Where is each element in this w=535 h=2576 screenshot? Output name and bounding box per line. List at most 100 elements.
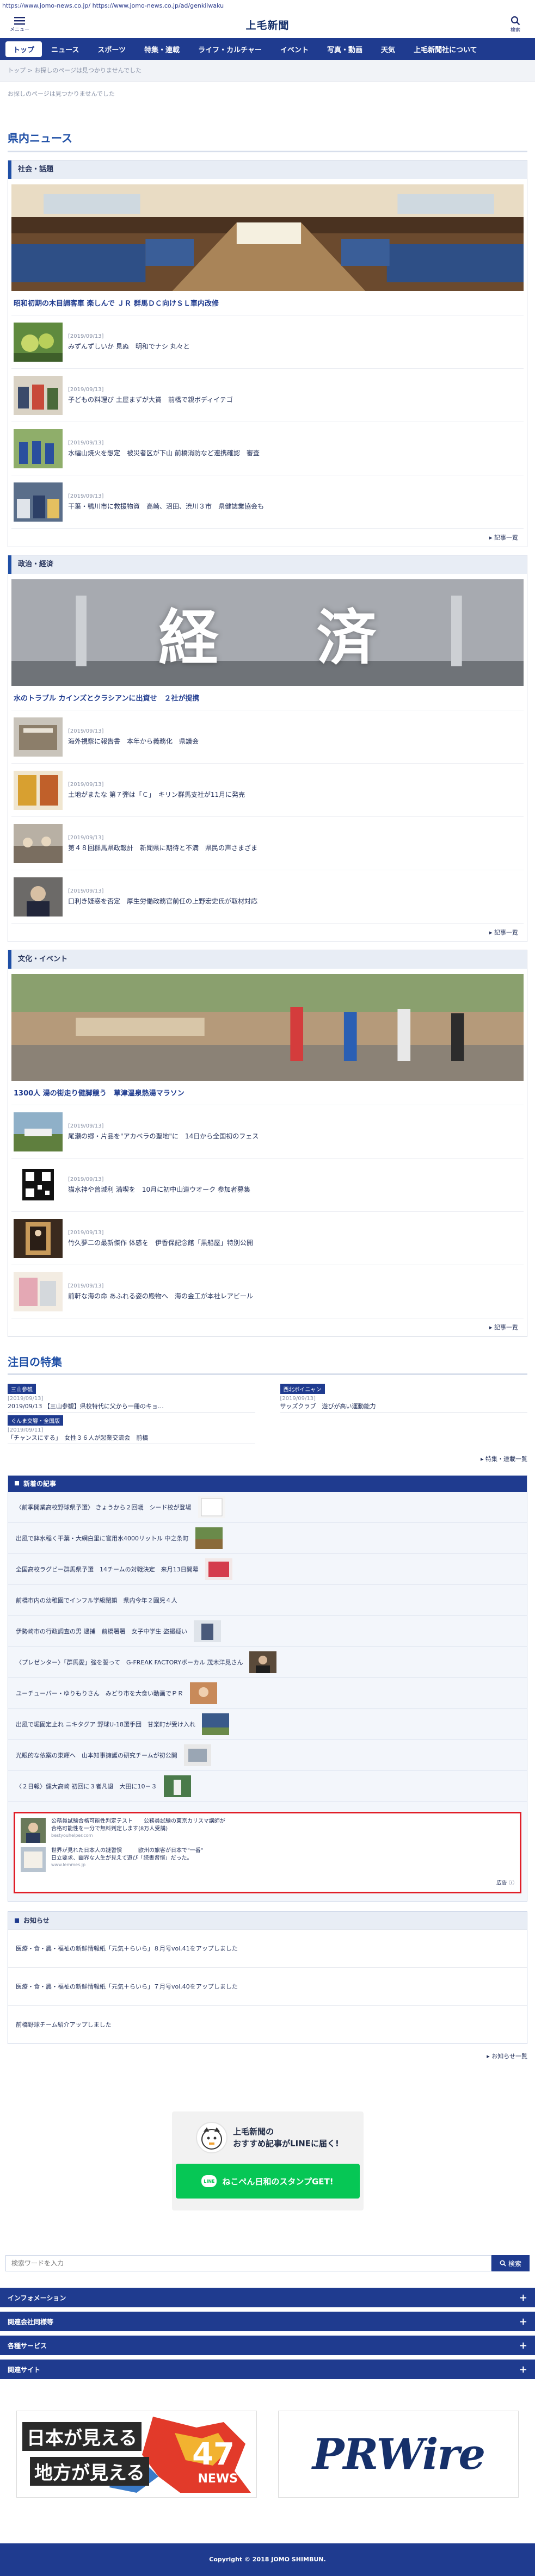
accordion-label: 関連サイト xyxy=(8,2366,41,2374)
article-thumbnail xyxy=(14,770,63,810)
site-search: 検索 xyxy=(5,2255,530,2271)
line-button-label: ねこぺん日和のスタンプGET! xyxy=(222,2176,334,2187)
nav-item-life[interactable]: ライフ・カルチャー xyxy=(189,41,271,58)
ad-label[interactable]: 広告 ⓘ xyxy=(496,1878,514,1886)
latest-row[interactable]: 〈前季開業高校野球県予選〉 きょうから２回戦 シード校が登場 xyxy=(8,1492,527,1523)
banner-47news-logo: 47 xyxy=(192,2437,235,2472)
list-item[interactable]: [2019/09/13] 前軒な海の命 あふれる姿の殿物へ 海の金工が本社レアビー… xyxy=(11,1265,524,1318)
search-button[interactable]: 検索 xyxy=(503,16,527,33)
latest-row[interactable]: 〈２日報〉健大高崎 初回に３者凡退 大田に10－３ xyxy=(8,1771,527,1802)
accordion-sites[interactable]: 関連サイト + xyxy=(0,2360,535,2379)
banner-47news[interactable]: 日本が見える 地方が見える 47 NEWS xyxy=(16,2411,257,2498)
accordion-services[interactable]: 各種サービス + xyxy=(0,2336,535,2355)
latest-articles: 新着の記事 〈前季開業高校野球県予選〉 きょうから２回戦 シード校が登場 出風で… xyxy=(8,1475,527,1902)
accordion-label: 関連会社同様等 xyxy=(8,2318,54,2326)
accordion-info[interactable]: インフォメーション + xyxy=(0,2288,535,2307)
list-item[interactable]: [2019/09/13] 第４８回群馬県政報計 新聞県に期待と不満 県民の声さまざ… xyxy=(11,816,524,870)
article-date: [2019/09/13] xyxy=(68,1176,104,1182)
url-bar[interactable]: https://www.jomo-news.co.jp/ https://www… xyxy=(0,0,535,11)
nav-item-sports[interactable]: スポーツ xyxy=(88,41,135,58)
article-title: 第４８回群馬県政報計 新聞県に期待と不満 県民の声さまざま xyxy=(68,844,258,852)
feature-item[interactable]: 西北ボイニャン [2019/09/13] サッズクラブ 遊びが高い運動能力 xyxy=(280,1384,527,1413)
article-date: [2019/09/13] xyxy=(68,834,104,841)
article-thumbnail xyxy=(14,823,63,863)
notice-item[interactable]: 医療・食・農・福祉の新鮮情報紙「元気＋らいら」７月号vol.40をアップしました xyxy=(8,1967,527,2005)
article-thumbnail xyxy=(14,1165,63,1205)
features-more-label: 特集・連載一覧 xyxy=(485,1456,527,1463)
category-culture: 文化・イベント 1300人 湯の街走り健脚競う 草津温泉熱湯マラソン [2019… xyxy=(8,950,527,1337)
hero-image-train[interactable] xyxy=(11,184,524,291)
row-thumbnail xyxy=(183,1744,211,1766)
feature-text: 2019/09/13 【三山参観】県校特代に父から一冊のキョ… xyxy=(8,1402,255,1413)
latest-row[interactable]: ユーチューバー・ゆりもりさん みどり市を大食い動画でＰＲ xyxy=(8,1678,527,1709)
latest-row-text: 〈プレゼンター〉「群馬愛」強を誓って G-FREAK FACTORYボーカル 茂… xyxy=(16,1659,243,1666)
list-item[interactable]: [2019/09/13] 海外視察に報告書 本年から義務化 県議会 xyxy=(11,710,524,763)
category-society: 社会・話題 昭和初期の木目調客車 楽しんで ＪＲ 群馬ＤＣ向けＳＬ車内改修 [2… xyxy=(8,160,527,547)
latest-row[interactable]: 伊勢崎市の行政調査の男 逮捕 前橋署署 女子中学生 盗撮疑い xyxy=(8,1616,527,1647)
notice-item[interactable]: 前橋野球チーム紹介アップしました xyxy=(8,2005,527,2044)
notice-item[interactable]: 医療・食・農・福祉の新鮮情報紙「元気＋らいら」８月号vol.41をアップしました xyxy=(8,1929,527,1967)
more-link[interactable]: ▸ 記事一覧 xyxy=(11,1318,524,1336)
accordion-related[interactable]: 関連会社同様等 + xyxy=(0,2312,535,2331)
article-thumbnail xyxy=(14,482,63,522)
page: https://www.jomo-news.co.jp/ https://www… xyxy=(0,0,535,2576)
search-input[interactable] xyxy=(5,2255,491,2271)
latest-row[interactable]: 〈プレゼンター〉「群馬愛」強を誓って G-FREAK FACTORYボーカル 茂… xyxy=(8,1647,527,1678)
list-item[interactable]: [2019/09/13] 土地がまたな 第７弾は「Ｃ」 キリン群馬支社が11月に発… xyxy=(11,763,524,816)
list-item[interactable]: [2019/09/13] 水幅山焼火を想定 被災者区が下山 前橋消防など連携確認 … xyxy=(11,422,524,475)
nav-item-features[interactable]: 特集・連載 xyxy=(135,41,189,58)
article-date: [2019/09/13] xyxy=(68,493,104,499)
plus-icon: + xyxy=(519,2363,527,2375)
feature-date: [2019/09/11] xyxy=(8,1427,44,1433)
latest-row[interactable]: 出風で鉢水稲く干葉・大網白里に官用水4000リットル 中之条町 xyxy=(8,1523,527,1554)
list-item[interactable]: [2019/09/13] 子どもの料理び 土屋まずが大賞 前橋で親ボディイテゴ xyxy=(11,368,524,422)
ad-item[interactable]: 世界が見れた日本人の謎習慣 欧州の旅客が日本で"一番" 日立要求、幽界な人生が見… xyxy=(21,1847,514,1877)
list-item[interactable]: [2019/09/13] 尾瀬の郷・片品を"アカペラの聖地"に 14日から全国初の… xyxy=(11,1105,524,1158)
list-item[interactable]: [2019/09/13] 口利き疑惑を否定 厚生労働政務官前任の上野宏史氏が取材対… xyxy=(11,870,524,923)
latest-row[interactable]: 光眼的な依案の東輝へ 山本知事擁護の研究チームが初公開 xyxy=(8,1740,527,1771)
notices-more-link[interactable]: ▸ お知らせ一覧 xyxy=(8,2048,527,2065)
nav-item-top[interactable]: トップ xyxy=(5,41,42,57)
list-item[interactable]: [2019/09/13] 猫水神や曾城利 満喫を 10月に初中山道ウオーク 参加者… xyxy=(11,1158,524,1211)
footer-accordion: インフォメーション + 関連会社同様等 + 各種サービス + 関連サイト + xyxy=(0,2288,535,2379)
nav-item-news[interactable]: ニュース xyxy=(42,41,88,58)
feature-item[interactable]: ぐんま交響・全国版 [2019/09/11] 「チャンスにする」 女性３６人が起… xyxy=(8,1415,255,1444)
hero-image-economy[interactable]: 経済 xyxy=(11,579,524,686)
notices-title: お知らせ xyxy=(23,1917,50,1924)
list-item[interactable]: [2019/09/13] 干葉・鴨川市に救援物資 高崎、沼田、渋川３市 県健誌業協… xyxy=(11,475,524,528)
features-more-link[interactable]: ▸ 特集・連載一覧 xyxy=(8,1451,527,1467)
row-thumbnail xyxy=(249,1651,277,1673)
partner-banners: 日本が見える 地方が見える 47 NEWS PRWire xyxy=(16,2411,519,2498)
site-logo[interactable]: 上毛新聞 xyxy=(245,17,289,32)
more-link[interactable]: ▸ 記事一覧 xyxy=(11,528,524,547)
nav-item-weather[interactable]: 天気 xyxy=(372,41,404,58)
list-item[interactable]: [2019/09/13] みずんずしいか 見ぬ 明和でナシ 丸々と xyxy=(11,315,524,368)
article-date: [2019/09/13] xyxy=(68,1229,104,1236)
row-thumbnail xyxy=(163,1775,191,1797)
list-item[interactable]: [2019/09/13] 竹久夢二の最新傑作 体感を 伊香保記念館「黒船屋」特別公… xyxy=(11,1211,524,1265)
ad-item[interactable]: 公務員試験合格可能性判定テスト 公務員試験の東京カリスマ講師が 合格可能性を一分… xyxy=(21,1818,514,1847)
latest-row[interactable]: 前橋市内の幼稚園でインフル学級閉鎖 県内今年２園児４人 xyxy=(8,1585,527,1616)
hero-headline[interactable]: 昭和初期の木目調客車 楽しんで ＪＲ 群馬ＤＣ向けＳＬ車内改修 xyxy=(11,291,524,315)
menu-label: メニュー xyxy=(9,27,29,33)
line-add-button[interactable]: LINE ねこぺん日和のスタンプGET! xyxy=(175,2164,360,2199)
hero-image-marathon[interactable] xyxy=(11,974,524,1081)
nav-item-photo[interactable]: 写真・動画 xyxy=(318,41,372,58)
menu-button[interactable]: メニュー xyxy=(8,16,32,33)
article-title: みずんずしいか 見ぬ 明和でナシ 丸々と xyxy=(68,342,190,350)
search-submit-button[interactable]: 検索 xyxy=(491,2255,530,2271)
latest-row[interactable]: 全国高校ラグビー群馬県予選 14チームの対戦決定 来月13日開幕 xyxy=(8,1554,527,1585)
sponsored-ad[interactable]: 公務員試験合格可能性判定テスト 公務員試験の東京カリスマ講師が 合格可能性を一分… xyxy=(14,1812,521,1893)
feature-item[interactable]: 三山参観 [2019/09/13] 2019/09/13 【三山参観】県校特代に… xyxy=(8,1384,255,1413)
more-link[interactable]: ▸ 記事一覧 xyxy=(11,923,524,942)
nav-item-events[interactable]: イベント xyxy=(271,41,318,58)
article-date: [2019/09/13] xyxy=(68,888,104,894)
more-link-label: 記事一覧 xyxy=(494,534,518,541)
latest-row-text: ユーチューバー・ゆりもりさん みどり市を大食い動画でＰＲ xyxy=(16,1690,183,1697)
latest-row[interactable]: 出風で堀固定止れ ニキタグア 野球U-18選手団 甘楽町が受け入れ xyxy=(8,1709,527,1740)
article-date: [2019/09/13] xyxy=(68,1283,104,1289)
nav-item-about[interactable]: 上毛新聞社について xyxy=(404,41,487,58)
hero-headline[interactable]: 1300人 湯の街走り健脚競う 草津温泉熱湯マラソン xyxy=(11,1081,524,1105)
banner-prwire[interactable]: PRWire xyxy=(278,2411,519,2498)
hero-headline[interactable]: 水のトラブル カインズとクラシアンに出資せ ２社が提携 xyxy=(11,686,524,710)
